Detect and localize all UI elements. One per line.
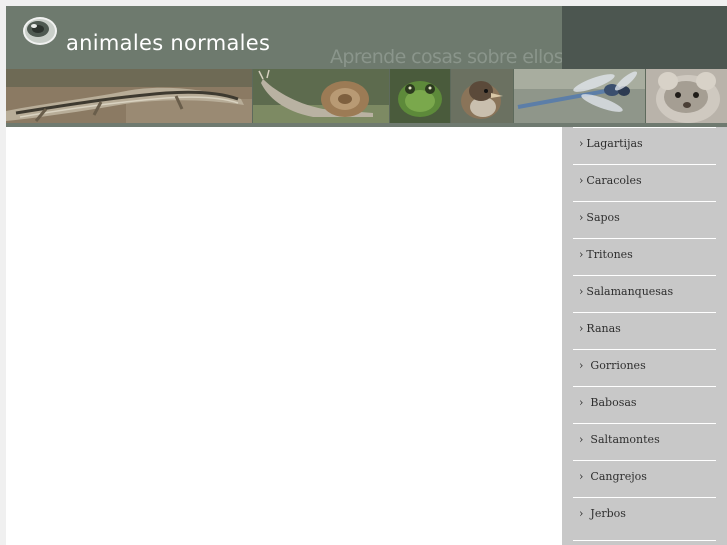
sidebar-item-label: Ranas (586, 322, 621, 335)
lizard-photo (6, 69, 252, 123)
sidebar-item-jerbos[interactable]: › Jerbos (573, 497, 716, 534)
sidebar-item-label: Saltamontes (590, 433, 660, 446)
sidebar-item-label: Sapos (586, 211, 620, 224)
chevron-right-icon: › (579, 507, 584, 520)
sidebar-item-saltamontes[interactable]: › Saltamontes (573, 423, 716, 460)
rodent-photo (646, 69, 727, 123)
chevron-right-icon: › (579, 470, 584, 483)
sidebar-item-ranas[interactable]: › Ranas (573, 312, 716, 349)
sidebar-item-gorriones[interactable]: › Gorriones (573, 349, 716, 386)
chevron-right-icon: › (579, 174, 584, 187)
page-frame: animales normales Aprende cosas sobre el… (6, 6, 727, 545)
chevron-right-icon: › (579, 285, 584, 298)
sidebar-item-label: Jerbos (590, 507, 626, 520)
snail-photo (253, 69, 389, 123)
sidebar-item-cangrejos[interactable]: › Cangrejos (573, 460, 716, 497)
site-tagline: Aprende cosas sobre ellos (330, 46, 564, 68)
frog-photo (390, 69, 450, 123)
chevron-right-icon: › (579, 248, 584, 261)
photo-banner (6, 69, 727, 123)
sidebar-item-label: Babosas (590, 396, 637, 409)
header: animales normales Aprende cosas sobre el… (6, 6, 727, 69)
chevron-right-icon: › (579, 211, 584, 224)
sidebar-item-salamanquesas[interactable]: › Salamanquesas (573, 275, 716, 312)
main-content (6, 127, 562, 545)
chevron-right-icon: › (579, 322, 584, 335)
sidebar-item-lagartijas[interactable]: › Lagartijas (573, 127, 716, 164)
sidebar-item-label: Lagartijas (586, 137, 643, 150)
sidebar-item-sapos[interactable]: › Sapos (573, 201, 716, 238)
sidebar-item-label: Tritones (586, 248, 633, 261)
chevron-right-icon: › (579, 359, 584, 372)
dragonfly-photo (514, 69, 645, 123)
sidebar-item-caracoles[interactable]: › Caracoles (573, 164, 716, 201)
sidebar-item-label: Caracoles (586, 174, 642, 187)
sparrow-photo (451, 69, 513, 123)
sidebar-item-babosas[interactable]: › Babosas (573, 386, 716, 423)
header-dark-panel (562, 6, 727, 69)
sidebar-nav: › Lagartijas › Caracoles › Sapos › Tritones … (562, 127, 727, 545)
sidebar-item-label: Cangrejos (590, 470, 647, 483)
site-title[interactable]: animales normales (66, 31, 270, 55)
chevron-right-icon: › (579, 137, 584, 150)
eye-logo-icon[interactable] (22, 15, 58, 47)
chevron-right-icon: › (579, 433, 584, 446)
sidebar-item-label: Gorriones (590, 359, 646, 372)
chevron-right-icon: › (579, 396, 584, 409)
sidebar-divider (573, 540, 716, 541)
sidebar-item-label: Salamanquesas (586, 285, 674, 298)
sidebar-item-tritones[interactable]: › Tritones (573, 238, 716, 275)
